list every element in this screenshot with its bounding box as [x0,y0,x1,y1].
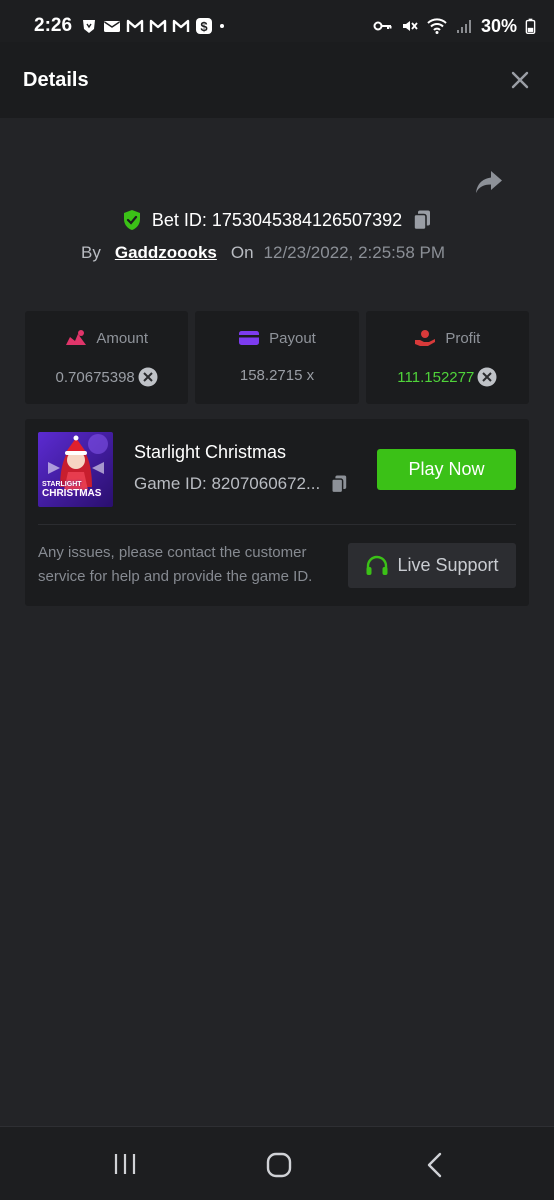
live-support-label: Live Support [397,555,499,575]
home-icon[interactable] [265,1151,293,1179]
brave-icon [83,20,96,33]
back-icon[interactable] [424,1151,446,1179]
game-thumb-title: STARLIGHT CHRISTMAS [42,480,102,499]
mail-icon [104,21,121,32]
profit-label: Profit [445,329,481,347]
status-time: 2:26 [34,15,73,36]
game-name: Starlight Christmas [134,442,287,462]
play-now-button[interactable]: Play Now [377,449,516,490]
payout-card: Payout 158.2715 x [195,311,359,404]
battery-icon [525,18,536,35]
gmail-icon [149,19,167,32]
key-icon [373,21,392,31]
card-icon [239,331,260,345]
game-thumb-title-line2: CHRISTMAS [42,488,102,499]
payout-value-row: 158.2715 x [240,367,314,384]
wifi-icon [427,18,447,34]
amount-value-row: 0.70675398 [56,367,158,387]
amount-label: Amount [96,329,149,347]
coin-icon [477,367,497,387]
headset-icon [366,555,388,575]
bet-id-label: Bet ID: [151,209,207,230]
battery-percent: 30% [480,15,517,36]
profit-value-row: 111.152277 [397,367,497,387]
game-thumbnail[interactable]: STARLIGHT CHRISTMAS [38,432,113,507]
amount-header: Amount [65,329,148,347]
bet-stats: Amount 0.70675398 Payout 158.2715 x Prof… [25,311,529,404]
dot-icon [220,24,225,28]
shield-check-icon [123,210,140,230]
coin-icon [138,367,158,387]
signal-icon [456,20,471,33]
gmail-icon [172,19,190,32]
details-header: Details [0,42,554,118]
bet-date: 12/23/2022, 2:25:58 PM [263,243,446,262]
support-text: Any issues, please contact the customer … [38,544,313,585]
payout-header: Payout [238,329,316,347]
copy-icon[interactable] [412,209,432,231]
by-label: By [81,243,101,262]
payout-label: Payout [269,329,316,347]
payout-value: 158.2715 x [239,367,315,384]
share-icon[interactable] [474,168,504,196]
bet-amount-icon [66,330,87,345]
game-id: Game ID: 8207060672... [134,474,321,493]
system-status: 30% [373,16,536,37]
live-support-button[interactable]: Live Support [348,543,516,588]
cashapp-icon: $ [196,18,213,34]
profit-header: Profit [414,329,480,347]
profit-hand-icon [415,330,436,346]
game-card: STARLIGHT CHRISTMAS Starlight Christmas … [25,419,529,606]
amount-card: Amount 0.70675398 [25,311,189,404]
on-label: On [230,243,254,262]
gmail-icon [126,19,144,32]
bet-id-value: 1753045384126507392 [211,209,403,230]
recents-icon[interactable] [112,1151,138,1177]
bet-meta-row: By Gaddzoooks On 12/23/2022, 2:25:58 PM [81,241,445,265]
bet-id-text: Bet ID: 1753045384126507392 [152,210,402,231]
close-icon[interactable] [509,69,531,91]
svg-text:$: $ [200,19,208,34]
amount-value: 0.70675398 [55,368,135,386]
system-nav-bar [0,1126,554,1200]
bet-id-row: Bet ID: 1753045384126507392 [0,206,554,234]
profit-value: 111.152277 [397,368,475,386]
divider [38,524,516,525]
copy-icon[interactable] [330,474,348,494]
username-link[interactable]: Gaddzoooks [115,243,217,263]
notification-icons: $ [80,17,230,35]
game-id-row: Game ID: 8207060672... [134,474,348,494]
page-title: Details [23,68,89,91]
profit-card: Profit 111.152277 [365,311,529,404]
mute-icon [402,21,418,31]
